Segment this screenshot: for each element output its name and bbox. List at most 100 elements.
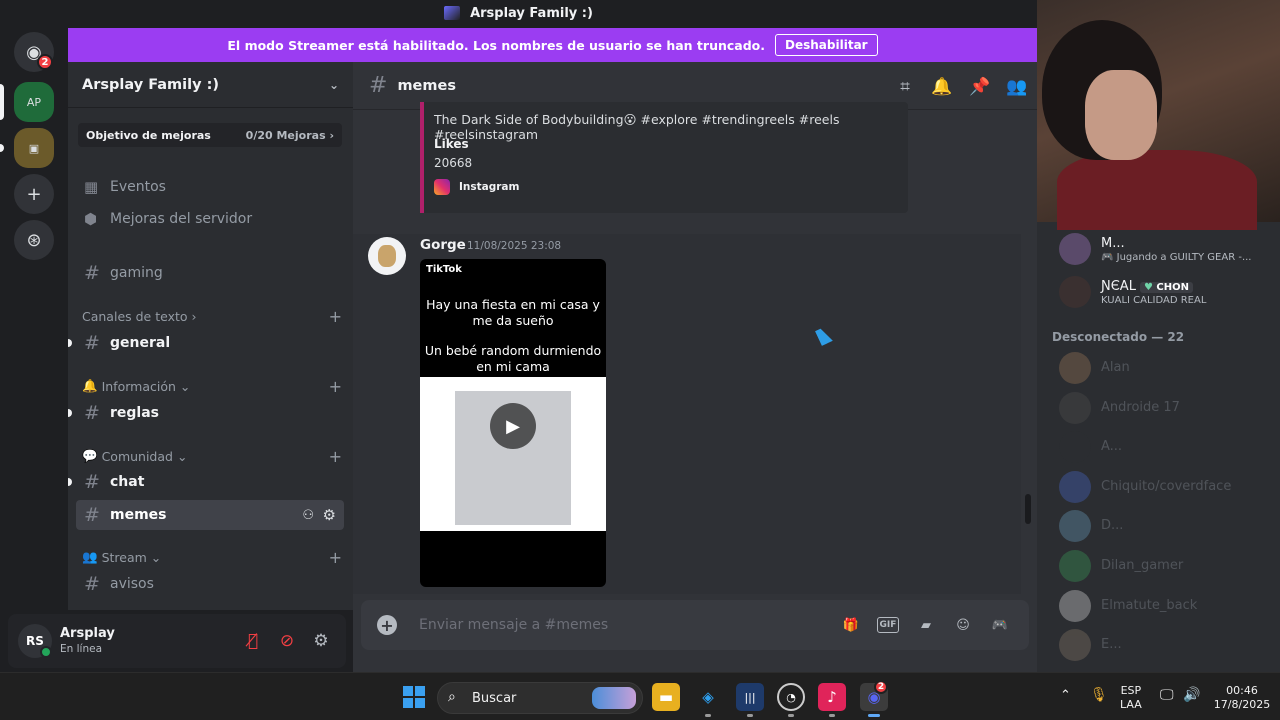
- channel-gaming[interactable]: # gaming: [76, 258, 344, 288]
- server-arsplay-button[interactable]: AP: [14, 82, 54, 122]
- running-indicator: [705, 714, 711, 717]
- message-timestamp: 11/08/2025 23:08: [467, 240, 562, 252]
- message-author[interactable]: Gorge: [420, 237, 466, 253]
- category-comunidad[interactable]: 💬 Comunidad ⌄ +: [82, 446, 342, 466]
- member-item[interactable]: D...: [1055, 506, 1275, 546]
- events-link[interactable]: ▦ Eventos: [76, 172, 344, 202]
- app-button[interactable]: ◈: [694, 683, 722, 711]
- tiktok-button[interactable]: ♪: [818, 683, 846, 711]
- member-item[interactable]: Dilan_gamer: [1055, 546, 1275, 586]
- member-activity: 🎮 Jugando a GUILTY GEAR -...: [1101, 252, 1252, 263]
- language-indicator[interactable]: ESP LAA: [1120, 684, 1142, 712]
- channel-general[interactable]: # general: [68, 328, 344, 358]
- add-channel-icon[interactable]: +: [329, 548, 342, 567]
- member-item[interactable]: Elmatute_back: [1055, 586, 1275, 626]
- member-item[interactable]: Chiquito/coverdface: [1055, 467, 1275, 507]
- taskbar-search[interactable]: ⌕ Buscar: [437, 682, 643, 714]
- category-stream[interactable]: 👥 Stream ⌄ +: [82, 547, 342, 567]
- disable-streamer-button[interactable]: Deshabilitar: [775, 34, 878, 56]
- member-item[interactable]: ƝЄAL ♥ CHON KUALI CALIDAD REAL: [1055, 272, 1275, 312]
- server-boosts-link[interactable]: ⬢ Mejoras del servidor: [76, 204, 344, 234]
- channel-avisos[interactable]: # avisos: [76, 569, 344, 599]
- member-name: A...: [1101, 439, 1123, 454]
- member-name: M...: [1101, 236, 1125, 251]
- member-item[interactable]: Alan: [1055, 348, 1275, 388]
- category-text-channels[interactable]: Canales de texto › +: [82, 306, 342, 326]
- gear-icon[interactable]: ⚙: [323, 506, 336, 524]
- mic-muted-icon: 🎙̸: [247, 631, 259, 651]
- volume-icon[interactable]: 🔊: [1183, 688, 1200, 702]
- window-title: Arsplay Family :): [470, 5, 593, 21]
- add-server-button[interactable]: +: [14, 174, 54, 214]
- member-avatar: [1059, 471, 1091, 503]
- hash-icon: #: [369, 73, 388, 98]
- member-item[interactable]: A...: [1055, 427, 1275, 467]
- explore-servers-button[interactable]: ⊛: [14, 220, 54, 260]
- diamond-icon: ◈: [702, 688, 714, 706]
- unread-indicator: [68, 339, 72, 347]
- member-name: E...: [1101, 637, 1122, 652]
- file-explorer-button[interactable]: ▬: [652, 683, 680, 711]
- channel-chat[interactable]: # chat: [68, 467, 344, 497]
- member-tag: ♥ CHON: [1139, 282, 1193, 293]
- user-settings-button[interactable]: ⚙: [308, 628, 334, 654]
- channel-memes-label: memes: [110, 507, 167, 523]
- member-list-button[interactable]: 👥: [1006, 76, 1028, 98]
- member-item[interactable]: M... 🎮 Jugando a GUILTY GEAR -...: [1055, 229, 1275, 269]
- username[interactable]: Arsplay: [60, 626, 115, 641]
- mute-mic-button[interactable]: 🎙̸: [240, 628, 266, 654]
- instagram-icon: [434, 179, 450, 195]
- gift-button[interactable]: 🎁: [840, 615, 862, 635]
- active-indicator: [868, 714, 880, 717]
- waveform-icon: |||: [744, 690, 756, 704]
- hash-icon: #: [84, 573, 100, 595]
- chevron-down-icon: ⌄: [328, 77, 339, 92]
- microphone-icon[interactable]: 🎙: [1090, 688, 1108, 702]
- events-label: Eventos: [110, 179, 166, 195]
- tiktok-video-attachment[interactable]: TikTok Hay una fiesta en mi casa y me da…: [420, 259, 606, 587]
- pinned-messages-button[interactable]: 📌: [969, 76, 991, 98]
- emoji-icon: ☺: [956, 617, 970, 633]
- deafen-button[interactable]: ⊘: [274, 628, 300, 654]
- add-channel-icon[interactable]: +: [329, 377, 342, 396]
- channel-reglas[interactable]: # reglas: [68, 398, 344, 428]
- gif-button[interactable]: GIF: [877, 617, 899, 633]
- play-icon[interactable]: ▶: [490, 403, 536, 449]
- add-channel-icon[interactable]: +: [329, 447, 342, 466]
- message-input[interactable]: [419, 610, 819, 640]
- channel-reglas-label: reglas: [110, 405, 159, 421]
- server-other-button[interactable]: ▣: [14, 128, 54, 168]
- webcam-person-face: [1085, 70, 1157, 160]
- tray-overflow-icon[interactable]: ⌃: [1060, 689, 1071, 703]
- online-status-dot: [40, 646, 52, 658]
- member-item[interactable]: Androide 17: [1055, 388, 1275, 428]
- audio-app-button[interactable]: |||: [736, 683, 764, 711]
- boost-goal-bar[interactable]: Objetivo de mejoras 0/20 Mejoras ›: [78, 123, 342, 147]
- channel-sidebar: Arsplay Family :) ⌄ Objetivo de mejoras …: [68, 62, 353, 610]
- member-item[interactable]: E...: [1055, 625, 1275, 665]
- category-informacion[interactable]: 🔔 Información ⌄ +: [82, 376, 342, 396]
- apps-button[interactable]: 🎮: [989, 615, 1011, 635]
- hash-icon: #: [84, 402, 100, 424]
- add-attachment-button[interactable]: +: [377, 615, 397, 635]
- message[interactable]: Gorge 11/08/2025 23:08 TikTok Hay una fi…: [353, 234, 1021, 594]
- add-channel-icon[interactable]: +: [329, 307, 342, 326]
- threads-button[interactable]: ⌗: [894, 76, 916, 98]
- embed-field-name: Likes: [434, 137, 469, 151]
- start-button[interactable]: [400, 683, 428, 711]
- invite-icon[interactable]: ⚇: [302, 508, 314, 523]
- channel-memes[interactable]: # memes ⚇ ⚙: [76, 500, 344, 530]
- calendar-icon: ▦: [84, 178, 99, 196]
- emoji-button[interactable]: ☺: [952, 615, 974, 635]
- clock[interactable]: 00:46 17/8/2025: [1213, 684, 1271, 712]
- obs-button[interactable]: ◔: [777, 683, 805, 711]
- member-name: Elmatute_back: [1101, 598, 1198, 613]
- sticker-button[interactable]: ▰: [915, 615, 937, 635]
- author-avatar[interactable]: [368, 237, 406, 275]
- notifications-button[interactable]: 🔔: [931, 76, 953, 98]
- server-header[interactable]: Arsplay Family :) ⌄: [68, 62, 353, 108]
- search-label: Buscar: [472, 691, 517, 706]
- scrollbar-thumb[interactable]: [1025, 494, 1031, 524]
- message-composer: + 🎁 GIF ▰ ☺ 🎮: [361, 600, 1029, 650]
- network-icon[interactable]: 🖵: [1160, 688, 1174, 702]
